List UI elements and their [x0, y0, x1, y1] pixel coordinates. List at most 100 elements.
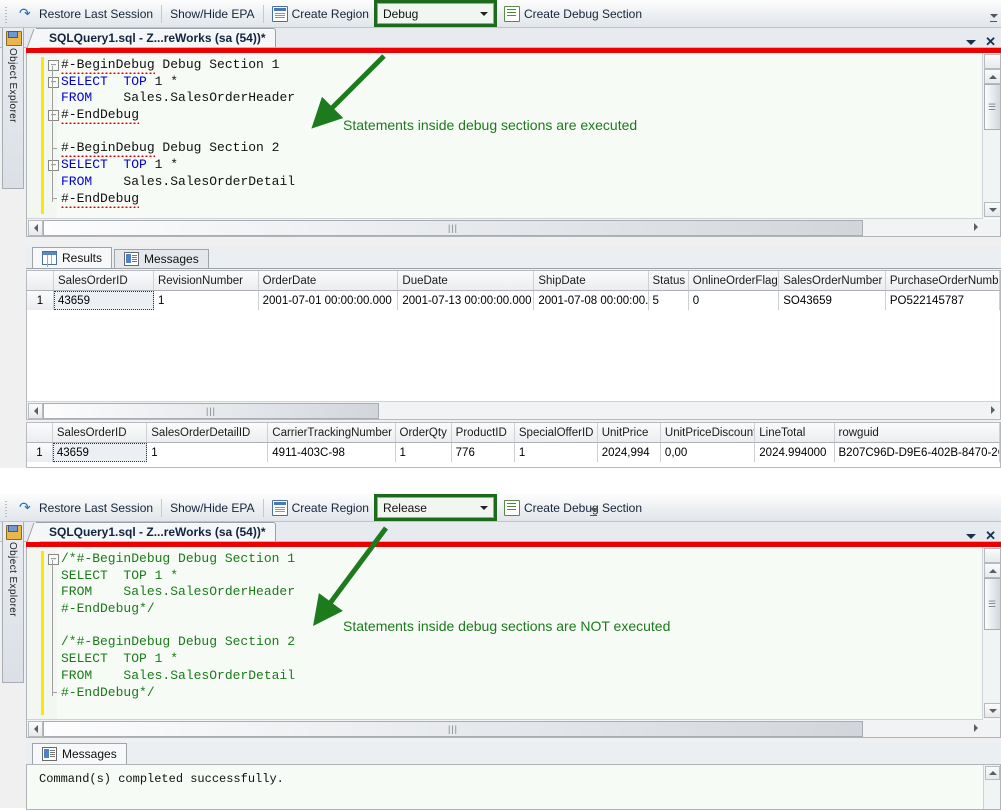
horizontal-scroll-thumb[interactable]: |||	[43, 220, 863, 236]
configuration-combo[interactable]: Debug	[376, 3, 494, 24]
grid-cell[interactable]: 776	[452, 443, 515, 462]
scroll-down-button[interactable]	[984, 703, 1000, 718]
messages-pane[interactable]: Command(s) completed successfully.	[26, 764, 1001, 810]
create-debug-section-button[interactable]: Create Debug Section	[499, 497, 647, 519]
code-line[interactable]: #-EndDebug*/	[61, 601, 982, 618]
code-line[interactable]: FROM Sales.SalesOrderHeader	[61, 90, 982, 107]
row-number[interactable]: 1	[27, 291, 54, 310]
grid-cell[interactable]: 1	[515, 443, 598, 462]
object-explorer-dock-tab[interactable]: Object Explorer	[2, 28, 24, 189]
toolbar-grip[interactable]	[3, 4, 12, 23]
editor-vertical-scrollbar[interactable]: ☰	[982, 547, 1000, 719]
fold-collapse-icon[interactable]: –	[48, 554, 59, 565]
editor-horizontal-scrollbar[interactable]: |||	[27, 218, 983, 236]
grid-column-header[interactable]: UnitPrice	[598, 423, 661, 442]
code-line[interactable]: FROM Sales.SalesOrderDetail	[61, 174, 982, 191]
fold-collapse-icon[interactable]: –	[48, 110, 59, 122]
table-row[interactable]: 1 43659 1 4911-403C-98 1 776 1 2024,994 0,00 2024…	[27, 443, 1000, 462]
messages-vertical-scrollbar[interactable]	[983, 765, 1000, 809]
vertical-scroll-thumb[interactable]: ☰	[984, 578, 1000, 630]
grid-column-header[interactable]: LineTotal	[755, 423, 835, 442]
code-line[interactable]: #-BeginDebug Debug Section 2	[61, 140, 982, 157]
grid-column-header[interactable]: OnlineOrderFlag	[689, 271, 780, 290]
tab-list-chevron-down-icon[interactable]	[966, 533, 977, 539]
scroll-left-button[interactable]	[28, 721, 43, 737]
code-line[interactable]: #-BeginDebug Debug Section 1	[61, 57, 982, 74]
grid-column-header[interactable]: ProductID	[452, 423, 515, 442]
document-tab-sqlquery1[interactable]: SQLQuery1.sql - Z...reWorks (sa (54))*	[36, 522, 276, 541]
sql-editor-top[interactable]: – – – – #-BeginDebug Debug Section 1 SELECT …	[26, 53, 1001, 237]
close-icon[interactable]: ✕	[985, 35, 996, 48]
tab-messages[interactable]: Messages	[114, 249, 209, 268]
show-hide-epa-button[interactable]: Show/Hide EPA	[165, 497, 260, 519]
table-row[interactable]: 1 43659 1 2001-07-01 00:00:00.000 2001-07-13…	[27, 291, 1000, 310]
show-hide-epa-button[interactable]: Show/Hide EPA	[165, 3, 260, 25]
toolbar-grip[interactable]	[3, 498, 12, 517]
scroll-left-button[interactable]	[28, 220, 43, 236]
create-region-button[interactable]: Create Region	[267, 3, 374, 25]
scroll-top-box[interactable]	[984, 548, 1000, 563]
vertical-scroll-thumb[interactable]: ☰	[984, 84, 1000, 130]
code-line[interactable]: SELECT TOP 1 *	[61, 651, 982, 668]
results-grid-salesorderdetail[interactable]: SalesOrderID SalesOrderDetailID CarrierTra…	[26, 422, 1001, 468]
grid-column-header[interactable]: SalesOrderID	[53, 423, 148, 442]
results-grid-salesorderheader[interactable]: SalesOrderID RevisionNumber OrderDate DueDa…	[26, 270, 1001, 420]
scroll-left-button[interactable]	[28, 403, 43, 419]
grid-cell[interactable]: 2001-07-08 00:00:00.000	[534, 291, 649, 310]
toolbar-overflow-button[interactable]	[988, 2, 999, 24]
grid-column-header[interactable]: ShipDate	[534, 271, 649, 290]
code-line[interactable]: /*#-BeginDebug Debug Section 1	[61, 551, 982, 568]
code-line[interactable]: FROM Sales.SalesOrderHeader	[61, 584, 982, 601]
fold-collapse-icon[interactable]: –	[48, 60, 59, 71]
grid-column-header[interactable]: rowguid	[835, 423, 1000, 442]
grid-cell[interactable]: 2024,994	[598, 443, 661, 462]
scroll-top-box[interactable]	[984, 54, 1000, 69]
grid-cell[interactable]: 0,00	[661, 443, 756, 462]
restore-last-session-button[interactable]: ↷ Restore Last Session	[14, 3, 158, 25]
grid-body[interactable]: 1 43659 1 2001-07-01 00:00:00.000 2001-07-13…	[27, 291, 1000, 310]
grid-column-header[interactable]: OrderDate	[259, 271, 399, 290]
fold-collapse-icon[interactable]: –	[48, 160, 59, 172]
grid-cell[interactable]: 0	[689, 291, 780, 310]
grid-cell[interactable]: 43659	[52, 443, 148, 462]
grid-column-header[interactable]: SalesOrderNumber	[779, 271, 886, 290]
scroll-right-button[interactable]	[986, 403, 999, 417]
grid-column-header[interactable]: UnitPriceDiscount	[661, 423, 756, 442]
grid-cell[interactable]: 1	[147, 443, 269, 462]
fold-collapse-icon[interactable]: –	[48, 76, 59, 88]
tab-messages[interactable]: Messages	[32, 743, 127, 764]
grid-cell[interactable]: 43659	[54, 291, 154, 310]
restore-last-session-button[interactable]: ↷ Restore Last Session	[14, 497, 158, 519]
code-line[interactable]: SELECT TOP 1 *	[61, 568, 982, 585]
grid-cell[interactable]: PO522145787	[886, 291, 1000, 310]
editor-text-area[interactable]: – – – – #-BeginDebug Debug Section 1 SELECT …	[27, 53, 982, 218]
grid-column-header[interactable]: OrderQty	[396, 423, 452, 442]
grid-horizontal-scrollbar[interactable]: |||	[27, 401, 1000, 419]
grid-column-header[interactable]: Status	[649, 271, 689, 290]
create-region-button[interactable]: Create Region	[267, 497, 374, 519]
editor-vertical-scrollbar[interactable]: ☰	[982, 53, 1000, 218]
scroll-up-button[interactable]	[985, 766, 1000, 780]
code-line[interactable]: FROM Sales.SalesOrderDetail	[61, 668, 982, 685]
horizontal-scroll-thumb[interactable]: |||	[43, 721, 863, 737]
tab-list-chevron-down-icon[interactable]	[966, 39, 977, 45]
grid-column-header[interactable]: DueDate	[398, 271, 535, 290]
close-icon[interactable]: ✕	[985, 529, 996, 542]
grid-cell[interactable]: 2001-07-13 00:00:00.000	[398, 291, 535, 310]
code-line[interactable]: SELECT TOP 1 *	[61, 74, 982, 91]
scroll-down-button[interactable]	[984, 202, 1000, 217]
scroll-up-button[interactable]	[984, 563, 1000, 578]
grid-column-header[interactable]: SalesOrderDetailID	[147, 423, 269, 442]
grid-cell[interactable]: 5	[649, 291, 689, 310]
document-tab-sqlquery1[interactable]: SQLQuery1.sql - Z...reWorks (sa (54))*	[36, 28, 276, 47]
grid-column-header[interactable]: SalesOrderID	[54, 271, 154, 290]
toolbar-overflow-button[interactable]	[588, 496, 599, 518]
code-line[interactable]: #-EndDebug	[61, 191, 982, 208]
tab-results[interactable]: Results	[32, 247, 113, 268]
grid-cell[interactable]: 2024.994000	[755, 443, 835, 462]
code-line[interactable]: SELECT TOP 1 *	[61, 157, 982, 174]
scroll-right-button[interactable]	[969, 721, 982, 735]
code-line[interactable]: #-EndDebug*/	[61, 685, 982, 702]
grid-cell[interactable]: 4911-403C-98	[268, 443, 396, 462]
object-explorer-dock-tab[interactable]: Object Explorer	[2, 522, 24, 683]
